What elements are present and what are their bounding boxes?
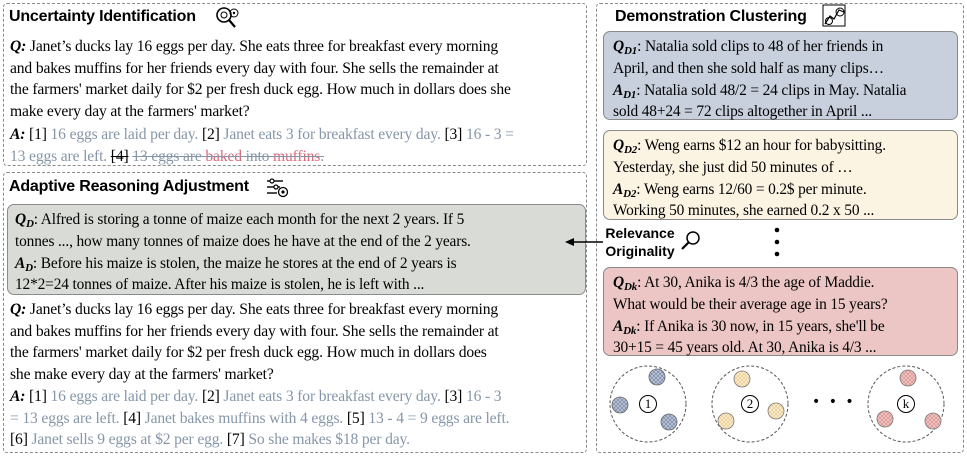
demo-answer-label: AD xyxy=(15,254,33,274)
step-number: [7] xyxy=(226,431,245,448)
step-number: [1] xyxy=(29,126,47,143)
question-label: Q: xyxy=(10,38,27,55)
demo-answer-label: AD2 xyxy=(613,180,637,200)
demo-question-label: QD1 xyxy=(613,38,638,57)
uncertainty-question: Q: Janet’s ducks lay 16 eggs per day. Sh… xyxy=(10,36,585,122)
horizontal-ellipsis: • • • xyxy=(812,394,856,410)
demo-answer-line: sold 48+24 = 72 clips altogether in Apri… xyxy=(613,103,872,121)
question-label: Q: xyxy=(10,301,27,318)
step-number: [1] xyxy=(29,388,47,405)
demo-question-line: : Natalia sold clips to 48 of her friend… xyxy=(637,38,884,55)
demo-question-label: QD2 xyxy=(613,137,638,156)
demo-question-label: QD xyxy=(15,211,34,230)
step-number: [2] xyxy=(201,126,220,143)
selected-demonstration-box: QD: Alfred is storing a tonne of maize e… xyxy=(7,204,586,295)
demo-question-line: : Weng earns $12 an hour for babysitting… xyxy=(637,137,886,154)
clustering-title: Demonstration Clustering xyxy=(615,8,807,25)
vertical-ellipsis xyxy=(774,227,780,257)
demo-answer-line: : Before his maize is stolen, the maize … xyxy=(32,254,457,272)
relevance-originality-label: Relevance Originality xyxy=(600,224,680,260)
step-text: 16 - 3 xyxy=(465,388,502,405)
step-text: 13 eggs are left. xyxy=(10,147,108,165)
demo-answer-line: 30+15 = 45 years old. At 30, Anika is 4/… xyxy=(613,339,877,357)
cluster-label-k: k xyxy=(897,395,915,413)
step-number: [2] xyxy=(201,388,220,405)
step-number: [3] xyxy=(444,388,463,405)
question-line: make every day at the farmers' market? xyxy=(10,102,250,120)
cluster-chart-icon xyxy=(822,4,846,27)
step-text: Janet eats 3 for breakfast every day. xyxy=(223,126,441,143)
step-text: 16 eggs are laid per day. xyxy=(50,388,199,405)
demo-answer-label: ADk xyxy=(613,317,637,337)
magnifier-icon xyxy=(681,231,700,250)
step-number: [4] xyxy=(123,409,141,427)
uncertainty-answer: A: [1] 16 eggs are laid per day. [2] Jan… xyxy=(10,124,585,167)
demonstration-box-k: QDk: At 30, Anika is 4/3 the age of Madd… xyxy=(603,267,958,356)
demo-answer-label: AD1 xyxy=(613,81,637,101)
demonstration-box-2: QD2: Weng earns $12 an hour for babysitt… xyxy=(603,130,958,220)
question-line: the farmers' market daily for $2 per fre… xyxy=(10,344,487,361)
adaptive-answer: A: [1] 16 eggs are laid per day. [2] Jan… xyxy=(10,386,585,451)
magnifier-gear-icon xyxy=(216,7,239,28)
demo-question-line: What would be their average age in 15 ye… xyxy=(613,295,888,313)
demo-answer-line: 12*2=24 tonnes of maize. After his maize… xyxy=(15,276,425,294)
question-line: Janet’s ducks lay 16 eggs per day. She e… xyxy=(29,301,498,318)
demo-question-line: April, and then she sold half as many cl… xyxy=(613,59,884,77)
step-text: Janet bakes muffins with 4 eggs. xyxy=(144,409,344,427)
demo-answer-line: Working 50 minutes, she earned 0.2 x 50 … xyxy=(613,202,875,220)
demo-question-line: Yesterday, she just did 50 minutes of … xyxy=(613,158,853,176)
step-number: [6] xyxy=(10,431,28,448)
demo-answer-line: : If Anika is 30 now, in 15 years, she'l… xyxy=(636,317,885,335)
question-line: the farmers' market daily for $2 per fre… xyxy=(10,81,511,98)
answer-label: A: xyxy=(10,388,26,405)
question-line: Janet’s ducks lay 16 eggs per day. She e… xyxy=(29,38,498,55)
demo-question-line: : Alfred is storing a tonne of maize eac… xyxy=(33,211,465,228)
cluster-label-2: 2 xyxy=(741,395,759,413)
step-text: 16 - 3 = xyxy=(465,126,514,143)
step-number: [3] xyxy=(444,126,463,143)
step-text: = 13 eggs are left. xyxy=(10,409,120,427)
step-text: 13 - 4 = 9 eggs are left. xyxy=(368,409,510,427)
demo-question-line: tonnes ..., how many tonnes of maize doe… xyxy=(15,232,471,250)
step-text: So she makes $18 per day. xyxy=(248,431,410,448)
step-text: 16 eggs are laid per day. xyxy=(50,126,199,143)
selection-arrow xyxy=(565,238,603,246)
demo-answer-line: : Weng earns 12/60 = 0.2$ per minute. xyxy=(636,180,867,198)
originality-label: Originality xyxy=(605,243,675,259)
relevance-label: Relevance xyxy=(605,225,675,241)
step-number: [5] xyxy=(346,409,365,427)
question-line: she make every day at the farmers' marke… xyxy=(10,365,274,383)
adaptive-question: Q: Janet’s ducks lay 16 eggs per day. Sh… xyxy=(10,299,585,385)
demonstration-box-1: QD1: Natalia sold clips to 48 of her fri… xyxy=(603,31,958,120)
question-line: and bakes muffins for her friends every … xyxy=(10,322,499,340)
step-text: Janet eats 3 for breakfast every day. xyxy=(223,388,441,405)
demo-answer-line: : Natalia sold 48/2 = 24 clips in May. N… xyxy=(636,81,907,99)
adaptive-title: Adaptive Reasoning Adjustment xyxy=(9,178,249,195)
demo-question-label: QDk xyxy=(613,274,638,293)
answer-label: A: xyxy=(10,126,26,143)
demo-question-line: : At 30, Anika is 4/3 the age of Maddie. xyxy=(637,274,875,291)
settings-sliders-icon xyxy=(267,178,289,198)
uncertain-step-text: 13 eggs are baked into muffins. xyxy=(132,147,324,165)
cluster-label-1: 1 xyxy=(639,395,657,413)
uncertainty-title: Uncertainty Identification xyxy=(9,8,196,25)
step-text: Janet sells 9 eggs at $2 per egg. xyxy=(31,431,224,448)
uncertain-step-number: [4] xyxy=(110,147,129,165)
question-line: and bakes muffins for her friends every … xyxy=(10,59,499,77)
